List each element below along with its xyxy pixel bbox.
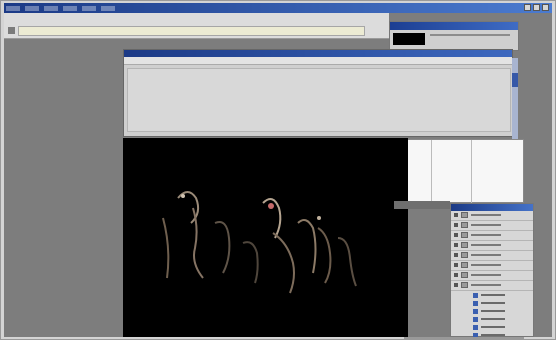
item-name [481,294,505,296]
layers-title-bar[interactable] [451,204,533,211]
layer-thumbnail [461,282,468,288]
visibility-icon[interactable] [454,273,458,277]
menu-bar [6,4,115,11]
canvas-image [162,191,357,294]
menu-item[interactable] [6,6,20,11]
history-panel [390,139,524,204]
panel-text-line [430,34,510,36]
figure-stroke [214,221,231,274]
figure-highlight [181,194,185,198]
minimize-button[interactable] [524,4,531,11]
dialog-title-bar[interactable] [124,50,512,57]
sub-item[interactable] [451,315,533,323]
item-name [481,326,505,328]
layer-thumbnail [461,272,468,278]
layer-row[interactable] [451,241,533,251]
item-name [481,318,505,320]
options-field[interactable] [18,26,365,36]
image-canvas[interactable] [123,138,408,337]
menu-item[interactable] [101,6,115,11]
item-icon [473,293,478,298]
layer-row[interactable] [451,281,533,291]
item-icon [473,325,478,330]
menu-item[interactable] [44,6,58,11]
item-icon [473,309,478,314]
status-line [404,337,524,339]
visibility-icon[interactable] [454,223,458,227]
layer-row[interactable] [451,211,533,221]
layer-thumbnail [461,242,468,248]
figure-highlight [317,216,321,220]
dialog-tabs[interactable] [124,57,512,65]
item-icon [473,301,478,306]
layer-name [471,214,501,216]
application-window [4,3,552,339]
figure-stroke [297,218,317,274]
menu-item[interactable] [63,6,77,11]
menu-item[interactable] [82,6,96,11]
figure-stroke [317,227,332,284]
layer-row[interactable] [451,251,533,261]
visibility-icon[interactable] [454,263,458,267]
item-name [481,302,505,304]
layer-name [471,264,501,266]
figure-stroke [272,232,295,294]
layer-thumbnail [461,212,468,218]
panel-title-bar[interactable] [390,22,518,30]
layer-thumbnail [461,252,468,258]
panel-divider [471,140,472,204]
preview-thumbnail [393,33,425,45]
visibility-icon[interactable] [454,213,458,217]
layers-panel [450,203,534,338]
layer-name [471,274,501,276]
panel-tab-strip[interactable] [394,201,450,209]
panel-divider [431,140,432,204]
layer-row[interactable] [451,261,533,271]
figure-stroke [242,241,259,284]
layer-row[interactable] [451,271,533,281]
layer-name [471,234,501,236]
layer-thumbnail [461,222,468,228]
item-name [481,334,505,336]
document-icon[interactable] [8,27,15,34]
dialog-body [127,68,511,132]
window-controls [524,4,549,11]
maximize-button[interactable] [533,4,540,11]
navigator-panel [389,21,519,51]
close-button[interactable] [542,4,549,11]
layer-row[interactable] [451,231,533,241]
layer-name [471,284,501,286]
figure-stroke [162,217,170,279]
figure-highlight [268,203,274,209]
sub-item[interactable] [451,307,533,315]
visibility-icon[interactable] [454,233,458,237]
item-name [481,310,505,312]
layer-name [471,224,501,226]
sub-item[interactable] [451,323,533,331]
layer-row[interactable] [451,221,533,231]
layer-thumbnail [461,262,468,268]
layer-thumbnail [461,232,468,238]
title-bar [4,3,552,13]
sub-item[interactable] [451,299,533,307]
figure-stroke [192,207,204,279]
visibility-icon[interactable] [454,283,458,287]
sub-item[interactable] [451,291,533,299]
layer-name [471,244,501,246]
item-icon [473,317,478,322]
scrollbar-thumb[interactable] [512,73,518,87]
menu-item[interactable] [25,6,39,11]
visibility-icon[interactable] [454,243,458,247]
layer-name [471,254,501,256]
dialog-window [123,49,513,137]
figure-stroke [337,237,357,287]
options-toolbar [4,13,389,39]
visibility-icon[interactable] [454,253,458,257]
